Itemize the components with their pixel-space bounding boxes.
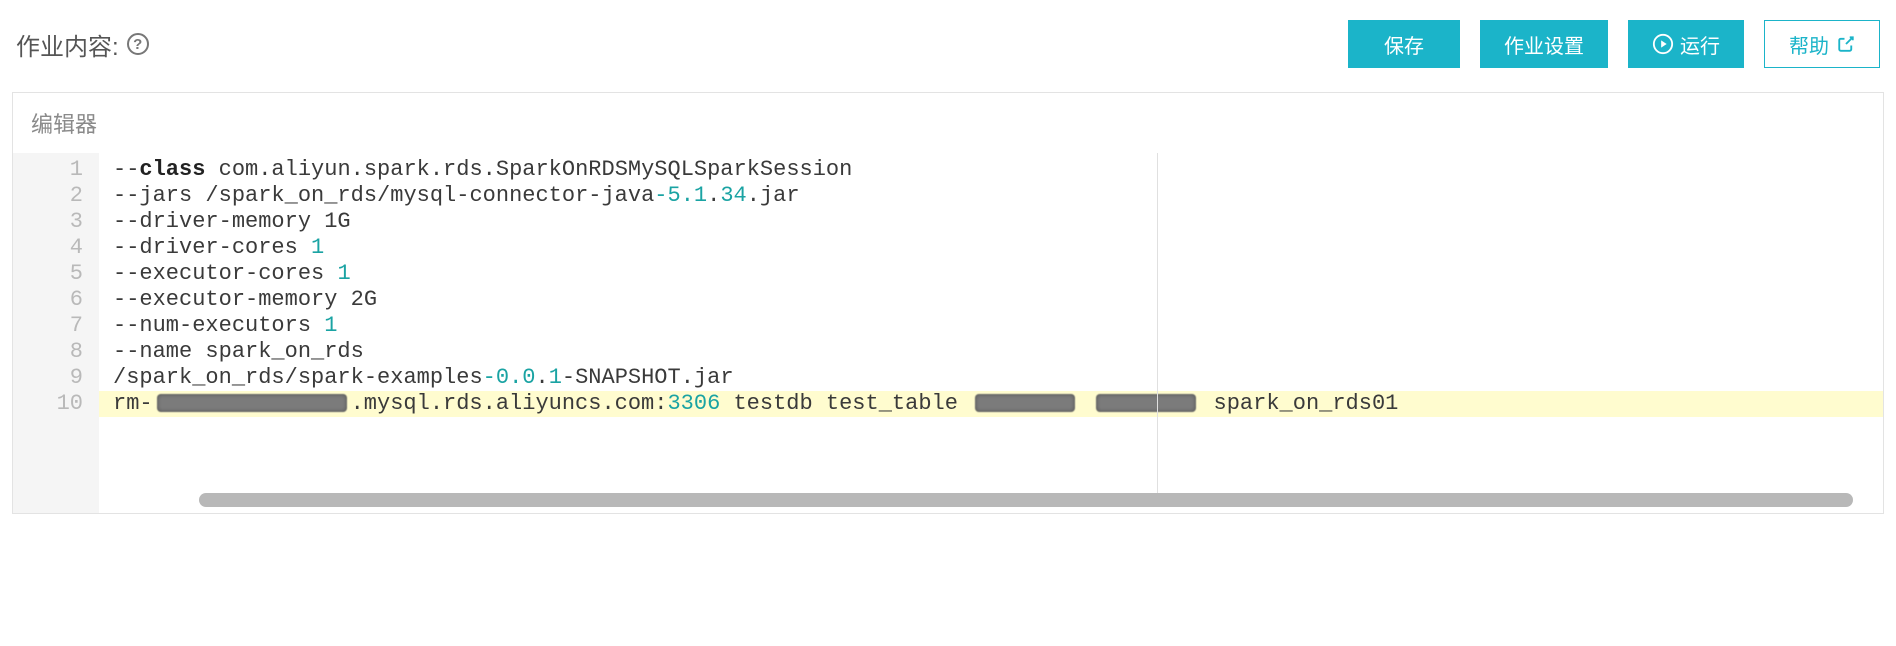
line-number-gutter: 1 2 3 4 5 6 7 8 9 10: [13, 153, 99, 513]
page-title-wrap: 作业内容: ?: [16, 27, 149, 62]
redacted-text: [975, 394, 1075, 412]
run-button-label: 运行: [1680, 30, 1720, 59]
help-button[interactable]: 帮助: [1764, 20, 1880, 68]
code-line: rm-.mysql.rds.aliyuncs.com:3306 testdb t…: [113, 391, 1883, 417]
code-line: --class com.aliyun.spark.rds.SparkOnRDSM…: [113, 157, 1883, 183]
job-settings-button[interactable]: 作业设置: [1480, 20, 1608, 68]
code-line: --executor-memory 2G: [113, 287, 1883, 313]
print-margin-line: [1157, 153, 1158, 493]
horizontal-scrollbar[interactable]: [199, 493, 1853, 507]
line-number: 3: [13, 209, 83, 235]
line-number: 4: [13, 235, 83, 261]
editor-header: 编辑器: [13, 93, 1883, 153]
save-button-label: 保存: [1384, 30, 1424, 59]
line-number: 2: [13, 183, 83, 209]
line-number: 7: [13, 313, 83, 339]
external-link-icon: [1837, 35, 1855, 53]
line-number: 6: [13, 287, 83, 313]
code-line: --num-executors 1: [113, 313, 1883, 339]
code-line: --driver-memory 1G: [113, 209, 1883, 235]
redacted-text: [1096, 394, 1196, 412]
code-area[interactable]: --class com.aliyun.spark.rds.SparkOnRDSM…: [99, 153, 1883, 513]
code-editor[interactable]: 1 2 3 4 5 6 7 8 9 10 --class com.aliyun.…: [13, 153, 1883, 513]
save-button[interactable]: 保存: [1348, 20, 1460, 68]
code-line: --executor-cores 1: [113, 261, 1883, 287]
line-number: 8: [13, 339, 83, 365]
toolbar: 作业内容: ? 保存 作业设置 运行 帮助: [12, 20, 1884, 68]
line-number: 1: [13, 157, 83, 183]
job-settings-button-label: 作业设置: [1504, 30, 1584, 59]
run-button[interactable]: 运行: [1628, 20, 1744, 68]
button-row: 保存 作业设置 运行 帮助: [1348, 20, 1880, 68]
editor-header-label: 编辑器: [31, 112, 97, 137]
code-line: /spark_on_rds/spark-examples-0.0.1-SNAPS…: [113, 365, 1883, 391]
code-line: --driver-cores 1: [113, 235, 1883, 261]
help-tooltip-icon[interactable]: ?: [127, 33, 149, 55]
play-circle-icon: [1652, 33, 1674, 55]
page-title: 作业内容:: [16, 27, 119, 62]
line-number: 9: [13, 365, 83, 391]
code-line: --name spark_on_rds: [113, 339, 1883, 365]
editor-panel: 编辑器 1 2 3 4 5 6 7 8 9 10 --class com.ali…: [12, 92, 1884, 514]
code-line: --jars /spark_on_rds/mysql-connector-jav…: [113, 183, 1883, 209]
redacted-text: [157, 394, 347, 412]
line-number: 5: [13, 261, 83, 287]
help-button-label: 帮助: [1789, 30, 1829, 59]
line-number: 10: [13, 391, 83, 417]
